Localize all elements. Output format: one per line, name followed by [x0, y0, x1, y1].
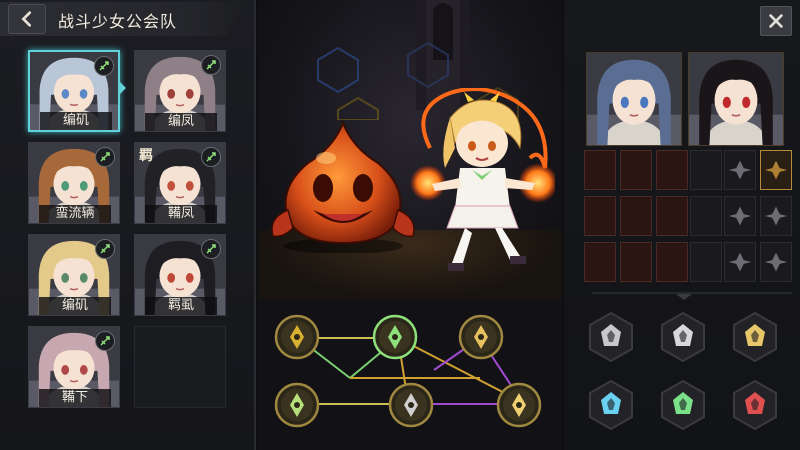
crystal-element-button[interactable]	[656, 378, 710, 432]
hero-card[interactable]: 羁虱	[134, 234, 226, 316]
crystal-icon	[661, 379, 705, 431]
hero-name: 蛮流辆	[39, 205, 111, 223]
hero-name: 羁虱	[145, 297, 217, 315]
formation-cell[interactable]	[760, 150, 792, 190]
class-icon	[95, 239, 115, 259]
hero-name: 鞴下	[39, 389, 111, 407]
team-member-card[interactable]	[586, 52, 682, 146]
star-compass-icon	[496, 382, 542, 428]
divider-arrow	[676, 294, 692, 300]
crown-tower-talent-node[interactable]	[456, 312, 506, 362]
hero-name: 编凤	[145, 113, 217, 131]
crown-tower-icon	[458, 314, 504, 360]
class-icon	[201, 55, 221, 75]
formation-cell[interactable]	[584, 242, 616, 282]
back-button[interactable]	[8, 4, 46, 34]
formation-cell[interactable]	[690, 150, 722, 190]
hero-tag: 羁	[139, 148, 153, 164]
formation-cell[interactable]	[760, 196, 792, 236]
formation-grid	[584, 150, 792, 284]
hero-card[interactable]: 鞴下	[28, 326, 120, 408]
formation-cell[interactable]	[656, 242, 688, 282]
rune-icon	[728, 206, 752, 226]
team-member-card[interactable]	[688, 52, 784, 146]
formation-cell[interactable]	[724, 242, 756, 282]
snowflake-icon	[589, 379, 633, 431]
hero-name: 编矶	[39, 297, 111, 315]
hero-card[interactable]: 编矶	[28, 50, 120, 132]
formation-cell[interactable]	[656, 150, 688, 190]
selected-pointer	[120, 82, 126, 94]
class-icon	[201, 239, 221, 259]
sprout-icon	[274, 382, 320, 428]
rune-icon	[764, 160, 788, 180]
formation-cell[interactable]	[760, 242, 792, 282]
formation-cell[interactable]	[724, 196, 756, 236]
blood-tree-icon	[733, 379, 777, 431]
skull-shield-icon	[388, 382, 434, 428]
divider-line	[592, 292, 792, 294]
hero-card[interactable]: 编矶	[28, 234, 120, 316]
formation-cell[interactable]	[724, 150, 756, 190]
shield-heart-icon	[589, 311, 633, 363]
blood-tree-element-button[interactable]	[728, 378, 782, 432]
class-icon	[201, 147, 221, 167]
formation-cell[interactable]	[584, 196, 616, 236]
hero-card[interactable]: 羁鞴凤	[134, 142, 226, 224]
formation-cell[interactable]	[584, 150, 616, 190]
hero-card[interactable]: 蛮流辆	[28, 142, 120, 224]
leaf-flame-talent-node[interactable]	[272, 312, 322, 362]
sprout-talent-node[interactable]	[272, 380, 322, 430]
fire-girl-character	[410, 88, 555, 271]
class-icon	[95, 147, 115, 167]
close-button[interactable]	[760, 6, 792, 36]
formation-cell[interactable]	[690, 242, 722, 282]
leaf-flame-icon	[274, 314, 320, 360]
rune-icon	[728, 160, 752, 180]
formation-cell[interactable]	[620, 150, 652, 190]
beast-head-icon	[661, 311, 705, 363]
formation-cell[interactable]	[620, 196, 652, 236]
arrow-gem-icon	[372, 314, 418, 360]
skull-shield-talent-node[interactable]	[386, 380, 436, 430]
rune-icon	[764, 252, 788, 272]
rune-icon	[764, 206, 788, 226]
hero-name: 鞴凤	[145, 205, 217, 223]
arrow-gem-talent-node[interactable]	[370, 312, 420, 362]
guild-title: 战斗少女公会队	[58, 12, 178, 31]
empty-hero-slot[interactable]	[134, 326, 226, 408]
star-compass-talent-node[interactable]	[494, 380, 544, 430]
shield-heart-element-button[interactable]	[584, 310, 638, 364]
back-arrow-icon	[21, 11, 32, 27]
quill-icon	[733, 311, 777, 363]
fire-slime-character	[271, 120, 415, 253]
formation-cell[interactable]	[690, 196, 722, 236]
class-icon	[95, 331, 115, 351]
hero-name: 编矶	[40, 112, 112, 130]
snowflake-element-button[interactable]	[584, 378, 638, 432]
class-icon	[94, 56, 114, 76]
quill-element-button[interactable]	[728, 310, 782, 364]
rune-icon	[728, 252, 752, 272]
hero-card[interactable]: 编凤	[134, 50, 226, 132]
formation-cell[interactable]	[656, 196, 688, 236]
close-icon	[769, 14, 783, 28]
beast-head-element-button[interactable]	[656, 310, 710, 364]
formation-cell[interactable]	[620, 242, 652, 282]
